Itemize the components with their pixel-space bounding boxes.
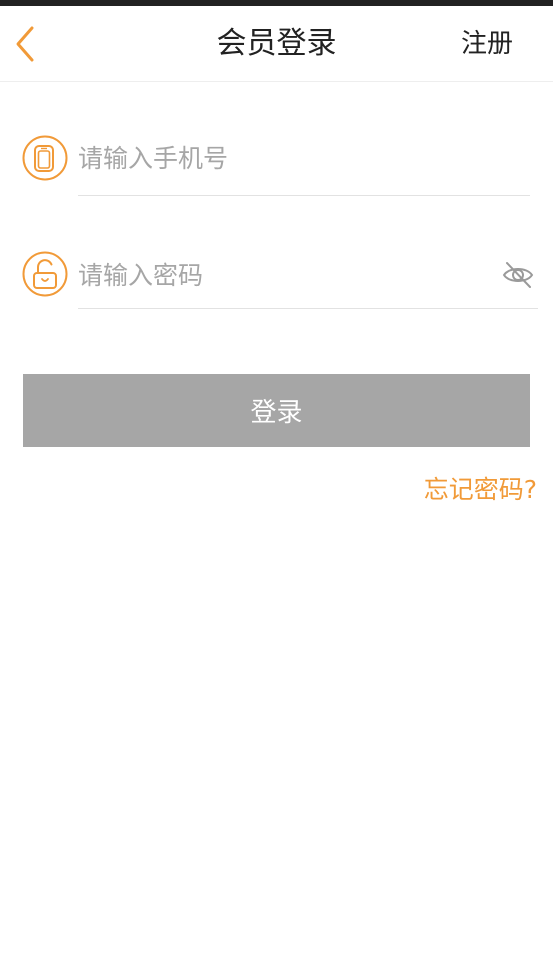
password-underline — [78, 308, 538, 309]
password-visibility-toggle[interactable] — [501, 258, 535, 292]
register-link[interactable]: 注册 — [461, 6, 513, 82]
login-button[interactable]: 登录 — [23, 374, 530, 447]
phone-underline — [78, 195, 530, 196]
login-page: 会员登录 注册 请输入手机号 登录 忘记密码? — [0, 0, 553, 953]
phone-icon — [22, 135, 68, 181]
chevron-left-icon — [16, 26, 34, 62]
forgot-password-link[interactable]: 忘记密码? — [424, 472, 537, 508]
back-button[interactable] — [8, 22, 44, 66]
eye-off-icon — [502, 262, 534, 288]
phone-field-row — [0, 120, 553, 196]
password-input[interactable] — [78, 251, 478, 299]
header-bar: 会员登录 注册 — [0, 6, 553, 82]
phone-input[interactable] — [78, 134, 518, 182]
unlock-icon — [22, 251, 68, 297]
password-field-row — [0, 233, 553, 309]
